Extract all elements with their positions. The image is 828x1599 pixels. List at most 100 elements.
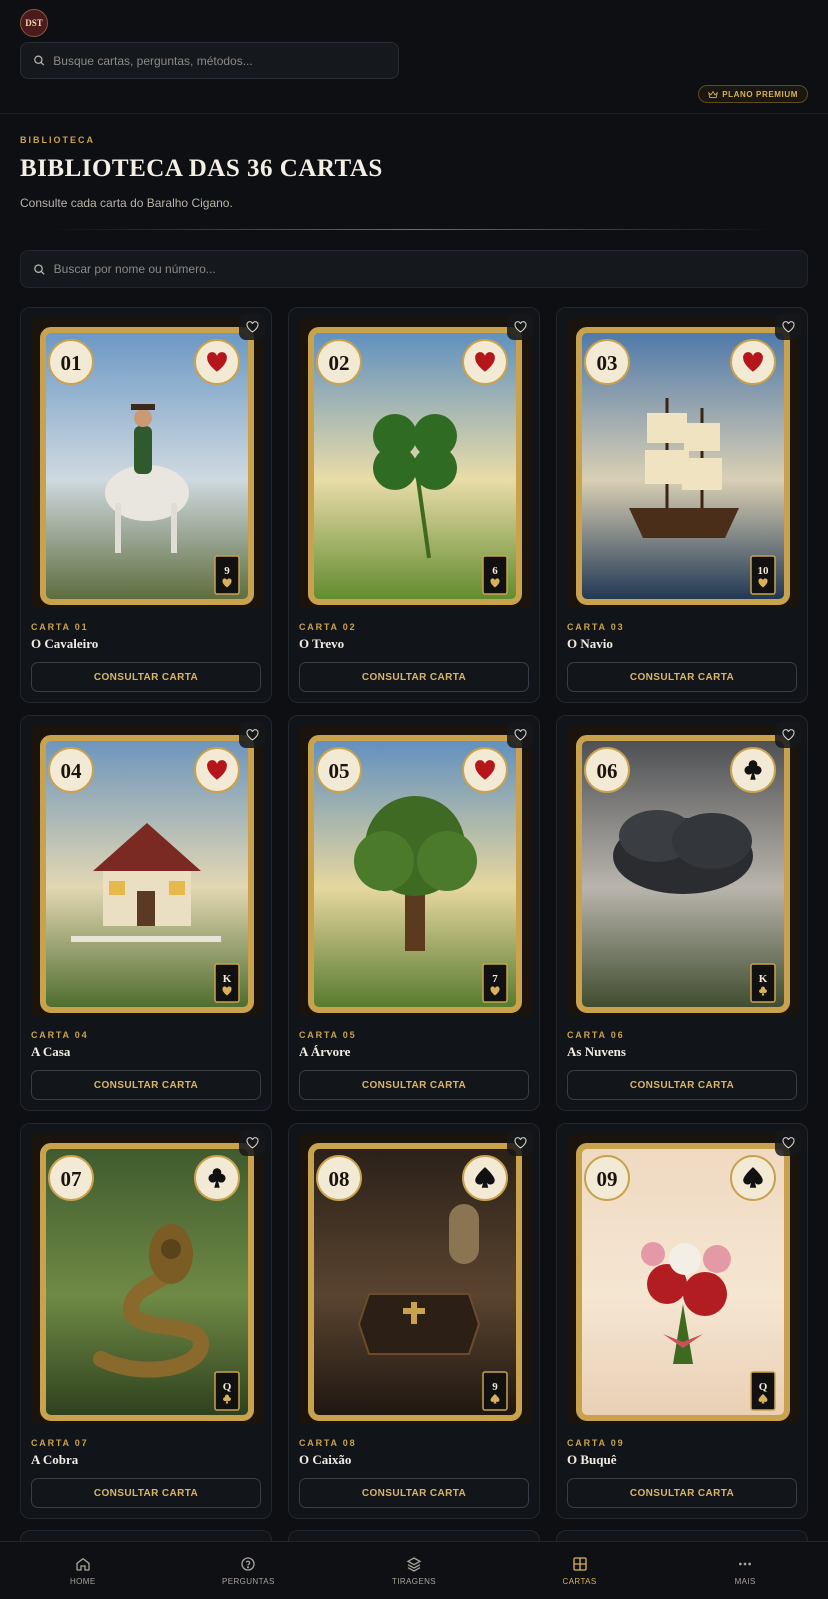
nav-label: CARTAS <box>562 1576 597 1586</box>
card-name: O Cavaleiro <box>31 636 99 651</box>
favorite-heart-icon[interactable] <box>507 314 533 340</box>
favorite-heart-icon[interactable] <box>507 722 533 748</box>
gold-divider <box>50 229 778 230</box>
card-artwork[interactable]: 03 10 <box>567 318 799 608</box>
svg-text:01: 01 <box>61 351 82 375</box>
search-icon <box>34 263 45 275</box>
section-eyebrow: BIBLIOTECA <box>20 135 95 145</box>
svg-text:Q: Q <box>223 1381 232 1393</box>
card-tile: 05 7 CARTA 05 A Árvore CONSULTAR CARTA <box>288 715 540 1111</box>
card-tile: 04 K CARTA 04 A Casa CONSULTAR CARTA <box>20 715 272 1111</box>
library-search-box[interactable] <box>20 250 808 288</box>
nav-label: HOME <box>69 1576 96 1586</box>
card-tile: 09 Q CARTA 09 O Buquê CONSULTAR CARTA <box>556 1123 808 1519</box>
layers-icon <box>406 1556 422 1572</box>
nav-cards[interactable]: CARTAS <box>497 1542 663 1599</box>
card-artwork[interactable]: 09 Q <box>567 1134 799 1424</box>
more-icon <box>739 1562 752 1565</box>
svg-text:9: 9 <box>224 565 230 577</box>
nav-spreads[interactable]: TIRAGENS <box>331 1542 497 1599</box>
svg-text:04: 04 <box>61 759 83 783</box>
svg-text:K: K <box>759 973 768 985</box>
favorite-heart-icon[interactable] <box>775 314 801 340</box>
nav-label: TIRAGENS <box>391 1576 437 1586</box>
global-search-box[interactable] <box>20 42 399 79</box>
favorite-heart-icon[interactable] <box>239 314 265 340</box>
card-name: O Caixão <box>299 1452 352 1467</box>
consult-card-button[interactable]: CONSULTAR CARTA <box>299 662 529 692</box>
favorite-heart-icon[interactable] <box>507 1130 533 1156</box>
premium-label: PLANO PREMIUM <box>722 89 798 99</box>
consult-card-button[interactable]: CONSULTAR CARTA <box>299 1478 529 1508</box>
svg-text:07: 07 <box>61 1167 82 1191</box>
consult-card-button[interactable]: CONSULTAR CARTA <box>31 1478 261 1508</box>
svg-text:6: 6 <box>492 565 498 577</box>
app-logo[interactable]: DST <box>20 9 48 37</box>
nav-home[interactable]: HOME <box>0 1542 166 1599</box>
card-name: A Casa <box>31 1044 71 1059</box>
svg-text:05: 05 <box>329 759 350 783</box>
consult-card-button[interactable]: CONSULTAR CARTA <box>31 1070 261 1100</box>
svg-text:02: 02 <box>329 351 350 375</box>
card-grid: 01 9 CARTA 01 O Cavaleiro CONSULTAR CARTA… <box>20 307 808 1519</box>
nav-label: MAIS <box>734 1576 756 1586</box>
nav-label: PERGUNTAS <box>221 1576 275 1586</box>
consult-card-button[interactable]: CONSULTAR CARTA <box>567 1070 797 1100</box>
favorite-heart-icon[interactable] <box>775 722 801 748</box>
card-tile: 06 K CARTA 06 As Nuvens CONSULTAR CARTA <box>556 715 808 1111</box>
card-name: O Buquê <box>567 1452 617 1467</box>
svg-text:06: 06 <box>597 759 618 783</box>
page-title: BIBLIOTECA DAS 36 CARTAS <box>20 155 383 182</box>
card-artwork[interactable]: 01 9 <box>31 318 263 608</box>
svg-text:08: 08 <box>329 1167 350 1191</box>
nav-more[interactable]: MAIS <box>662 1542 828 1599</box>
card-name: O Trevo <box>299 636 345 651</box>
svg-text:K: K <box>223 973 232 985</box>
card-artwork[interactable]: 05 7 <box>299 726 531 1016</box>
consult-card-button[interactable]: CONSULTAR CARTA <box>299 1070 529 1100</box>
svg-text:9: 9 <box>492 1381 498 1393</box>
card-tile: 03 10 CARTA 03 O Navio CONSULTAR CARTA <box>556 307 808 703</box>
card-tile: 01 9 CARTA 01 O Cavaleiro CONSULTAR CARTA <box>20 307 272 703</box>
card-name: O Navio <box>567 636 613 651</box>
favorite-heart-icon[interactable] <box>239 1130 265 1156</box>
nav-questions[interactable]: PERGUNTAS <box>166 1542 332 1599</box>
top-bar: DST PLANO PREMIUM <box>0 0 828 114</box>
consult-card-button[interactable]: CONSULTAR CARTA <box>31 662 261 692</box>
card-number-label: CARTA 06 <box>567 1030 625 1040</box>
bottom-navigation: HOME PERGUNTAS TIRAGENS CARTAS MAIS <box>0 1541 828 1599</box>
card-number-label: CARTA 07 <box>31 1438 89 1448</box>
page-subtitle: Consulte cada carta do Baralho Cigano. <box>20 196 233 210</box>
card-name: A Árvore <box>299 1044 351 1059</box>
svg-text:03: 03 <box>597 351 618 375</box>
card-artwork[interactable]: 04 K <box>31 726 263 1016</box>
card-artwork[interactable]: 08 9 <box>299 1134 531 1424</box>
card-tile: 08 9 CARTA 08 O Caixão CONSULTAR CARTA <box>288 1123 540 1519</box>
global-search-input[interactable] <box>53 53 398 68</box>
card-tile: 02 6 CARTA 02 O Trevo CONSULTAR CARTA <box>288 307 540 703</box>
search-icon <box>34 55 45 66</box>
card-number-label: CARTA 05 <box>299 1030 357 1040</box>
card-number-label: CARTA 03 <box>567 622 625 632</box>
card-artwork[interactable]: 02 6 <box>299 318 531 608</box>
card-number-label: CARTA 09 <box>567 1438 625 1448</box>
card-number-label: CARTA 01 <box>31 622 89 632</box>
svg-text:7: 7 <box>492 973 498 985</box>
card-name: As Nuvens <box>567 1044 626 1059</box>
card-artwork[interactable]: 06 K <box>567 726 799 1016</box>
card-number-label: CARTA 04 <box>31 1030 89 1040</box>
svg-text:10: 10 <box>758 565 770 577</box>
card-artwork[interactable]: 07 Q <box>31 1134 263 1424</box>
favorite-heart-icon[interactable] <box>239 722 265 748</box>
grid-icon <box>572 1556 587 1571</box>
library-search-input[interactable] <box>53 262 807 276</box>
home-icon <box>76 1557 90 1571</box>
consult-card-button[interactable]: CONSULTAR CARTA <box>567 662 797 692</box>
svg-text:09: 09 <box>597 1167 618 1191</box>
card-number-label: CARTA 02 <box>299 622 357 632</box>
consult-card-button[interactable]: CONSULTAR CARTA <box>567 1478 797 1508</box>
crown-icon <box>708 90 719 98</box>
premium-plan-badge[interactable]: PLANO PREMIUM <box>698 85 808 103</box>
favorite-heart-icon[interactable] <box>775 1130 801 1156</box>
question-icon <box>241 1556 256 1571</box>
